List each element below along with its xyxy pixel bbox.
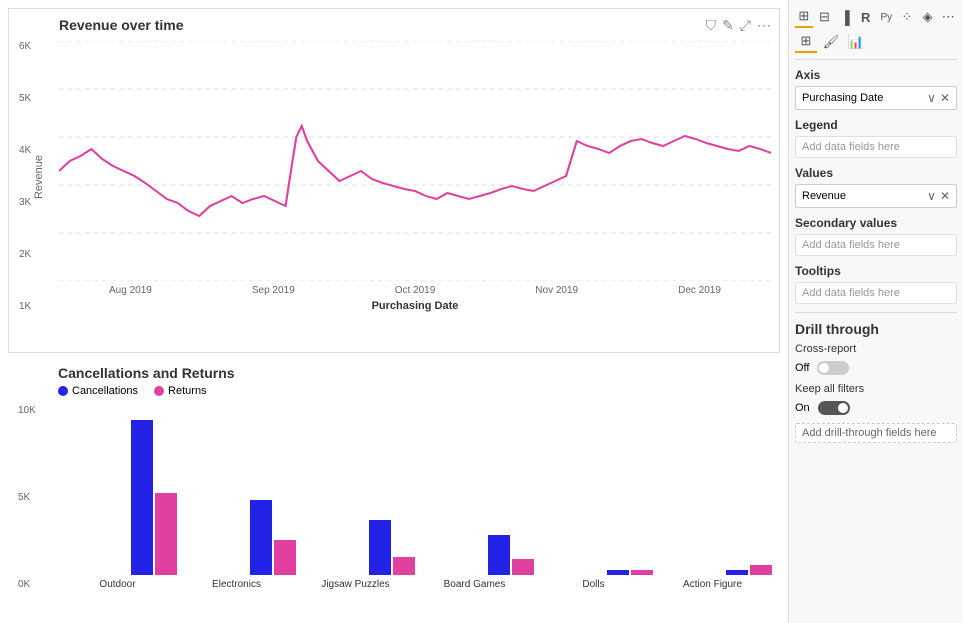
bar-outdoor-cancellations bbox=[131, 420, 153, 575]
bar-group-outdoor bbox=[58, 420, 177, 575]
revenue-chart-area bbox=[59, 41, 771, 281]
keep-filters-toggle[interactable]: On bbox=[795, 401, 957, 415]
secondary-values-title: Secondary values bbox=[795, 216, 957, 230]
bar-boardgames-returns bbox=[512, 559, 534, 575]
r-icon[interactable]: R bbox=[857, 6, 875, 28]
returns-dot bbox=[154, 386, 164, 396]
legend-returns: Returns bbox=[154, 385, 207, 397]
keep-filters-track[interactable] bbox=[818, 401, 850, 415]
values-remove-icon[interactable]: ✕ bbox=[940, 189, 950, 203]
bar-chart-area bbox=[58, 405, 772, 575]
values-expand-icon[interactable]: ∨ bbox=[927, 189, 936, 203]
values-field-value: Revenue bbox=[802, 190, 846, 202]
axis-title: Axis bbox=[795, 68, 957, 82]
bar-outdoor-returns bbox=[155, 493, 177, 575]
legend-placeholder[interactable]: Add data fields here bbox=[795, 136, 957, 158]
bar-chart-legend: Cancellations Returns bbox=[58, 385, 772, 397]
secondary-values-section: Secondary values Add data fields here bbox=[795, 216, 957, 256]
bar-label-electronics: Electronics bbox=[177, 579, 296, 590]
x-ticks: Aug 2019 Sep 2019 Oct 2019 Nov 2019 Dec … bbox=[59, 285, 771, 296]
format-icon[interactable]: ⊞ bbox=[795, 31, 817, 53]
keep-filters-state: On bbox=[795, 402, 810, 414]
bar-group-electronics bbox=[177, 500, 296, 575]
brush-icon[interactable]: 🖌 bbox=[820, 31, 842, 53]
drill-through-title: Drill through bbox=[795, 312, 957, 337]
keep-filters-thumb bbox=[838, 403, 848, 413]
chart-toolbar: ⛉ ✎ ⤢ ⋯ bbox=[706, 17, 771, 34]
bar-jigsaw-returns bbox=[393, 557, 415, 575]
cross-report-track[interactable] bbox=[817, 361, 849, 375]
values-title: Values bbox=[795, 166, 957, 180]
tooltips-placeholder[interactable]: Add data fields here bbox=[795, 282, 957, 304]
y-axis-label: Revenue bbox=[33, 154, 45, 198]
grid-icon[interactable]: ⊟ bbox=[816, 6, 834, 28]
bar-dolls-cancellations bbox=[607, 570, 629, 575]
cross-report-row: Cross-report bbox=[795, 343, 957, 355]
more-icon[interactable]: ⋯ bbox=[757, 17, 771, 34]
cross-report-label: Cross-report bbox=[795, 343, 856, 355]
axis-section: Axis Purchasing Date ∨ ✕ bbox=[795, 68, 957, 110]
bar-chart: Cancellations and Returns Cancellations … bbox=[8, 357, 780, 615]
map-icon[interactable]: ◈ bbox=[919, 6, 937, 28]
legend-section-title: Legend bbox=[795, 118, 957, 132]
legend-cancellations: Cancellations bbox=[58, 385, 138, 397]
axis-remove-icon[interactable]: ✕ bbox=[940, 91, 950, 105]
x-axis-label: Purchasing Date bbox=[59, 300, 771, 312]
values-section: Values Revenue ∨ ✕ bbox=[795, 166, 957, 208]
secondary-values-placeholder[interactable]: Add data fields here bbox=[795, 234, 957, 256]
cancellations-dot bbox=[58, 386, 68, 396]
bar-group-boardgames bbox=[415, 535, 534, 575]
returns-label: Returns bbox=[168, 385, 207, 397]
cross-report-thumb bbox=[819, 363, 829, 373]
bar-label-dolls: Dolls bbox=[534, 579, 653, 590]
axis-expand-icon[interactable]: ∨ bbox=[927, 91, 936, 105]
cross-report-toggle[interactable]: Off bbox=[795, 361, 957, 375]
cross-report-state: Off bbox=[795, 362, 809, 374]
bar-label-outdoor: Outdoor bbox=[58, 579, 177, 590]
right-panel: ⊞ ⊟ ▐ R Py ⁘ ◈ ⋯ ⊞ 🖌 📊 Axis Purchasing D… bbox=[788, 0, 963, 623]
bar-electronics-cancellations bbox=[250, 500, 272, 575]
tooltips-section: Tooltips Add data fields here bbox=[795, 264, 957, 304]
bar-boardgames-cancellations bbox=[488, 535, 510, 575]
bar-group-actionfigure bbox=[653, 565, 772, 575]
y-ticks: 1K 2K 3K 4K 5K 6K bbox=[19, 41, 31, 312]
axis-field[interactable]: Purchasing Date ∨ ✕ bbox=[795, 86, 957, 110]
revenue-chart: Revenue over time ⛉ ✎ ⤢ ⋯ Revenue 1K 2K … bbox=[8, 8, 780, 353]
bar-jigsaw-cancellations bbox=[369, 520, 391, 575]
icon-row-1: ⊞ ⊟ ▐ R Py ⁘ ◈ ⋯ bbox=[795, 6, 957, 28]
keep-filters-label: Keep all filters bbox=[795, 383, 864, 395]
tooltips-title: Tooltips bbox=[795, 264, 957, 278]
bar-group-dolls bbox=[534, 570, 653, 575]
table-icon[interactable]: ⊞ bbox=[795, 6, 813, 28]
bar-group-jigsaw bbox=[296, 520, 415, 575]
more-panel-icon[interactable]: ⋯ bbox=[939, 6, 957, 28]
scatter-icon[interactable]: ⁘ bbox=[898, 6, 916, 28]
bar-label-boardgames: Board Games bbox=[415, 579, 534, 590]
add-drillthrough-fields-button[interactable]: Add drill-through fields here bbox=[795, 423, 957, 443]
icon-row-2: ⊞ 🖌 📊 bbox=[795, 31, 957, 60]
values-field[interactable]: Revenue ∨ ✕ bbox=[795, 184, 957, 208]
keep-filters-row: Keep all filters bbox=[795, 383, 957, 395]
bar-label-actionfigure: Action Figure bbox=[653, 579, 772, 590]
edit-icon[interactable]: ✎ bbox=[722, 17, 734, 34]
legend-section: Legend Add data fields here bbox=[795, 118, 957, 158]
bar-icon[interactable]: ▐ bbox=[836, 6, 854, 28]
revenue-chart-title: Revenue over time bbox=[59, 17, 184, 33]
bar-label-jigsaw: Jigsaw Puzzles bbox=[296, 579, 415, 590]
bar-actionfigure-cancellations bbox=[726, 570, 748, 575]
py-icon[interactable]: Py bbox=[878, 6, 896, 28]
bar-dolls-returns bbox=[631, 570, 653, 575]
bar-actionfigure-returns bbox=[750, 565, 772, 575]
bar-labels: Outdoor Electronics Jigsaw Puzzles Board… bbox=[58, 579, 772, 590]
expand-icon[interactable]: ⤢ bbox=[740, 17, 751, 34]
analytics-icon[interactable]: 📊 bbox=[845, 31, 867, 53]
filter-icon[interactable]: ⛉ bbox=[706, 17, 717, 34]
bar-y-ticks: 0K 5K 10K bbox=[18, 405, 36, 590]
cancellations-label: Cancellations bbox=[72, 385, 138, 397]
bar-chart-title: Cancellations and Returns bbox=[58, 365, 772, 381]
axis-field-value: Purchasing Date bbox=[802, 92, 883, 104]
bar-electronics-returns bbox=[274, 540, 296, 575]
